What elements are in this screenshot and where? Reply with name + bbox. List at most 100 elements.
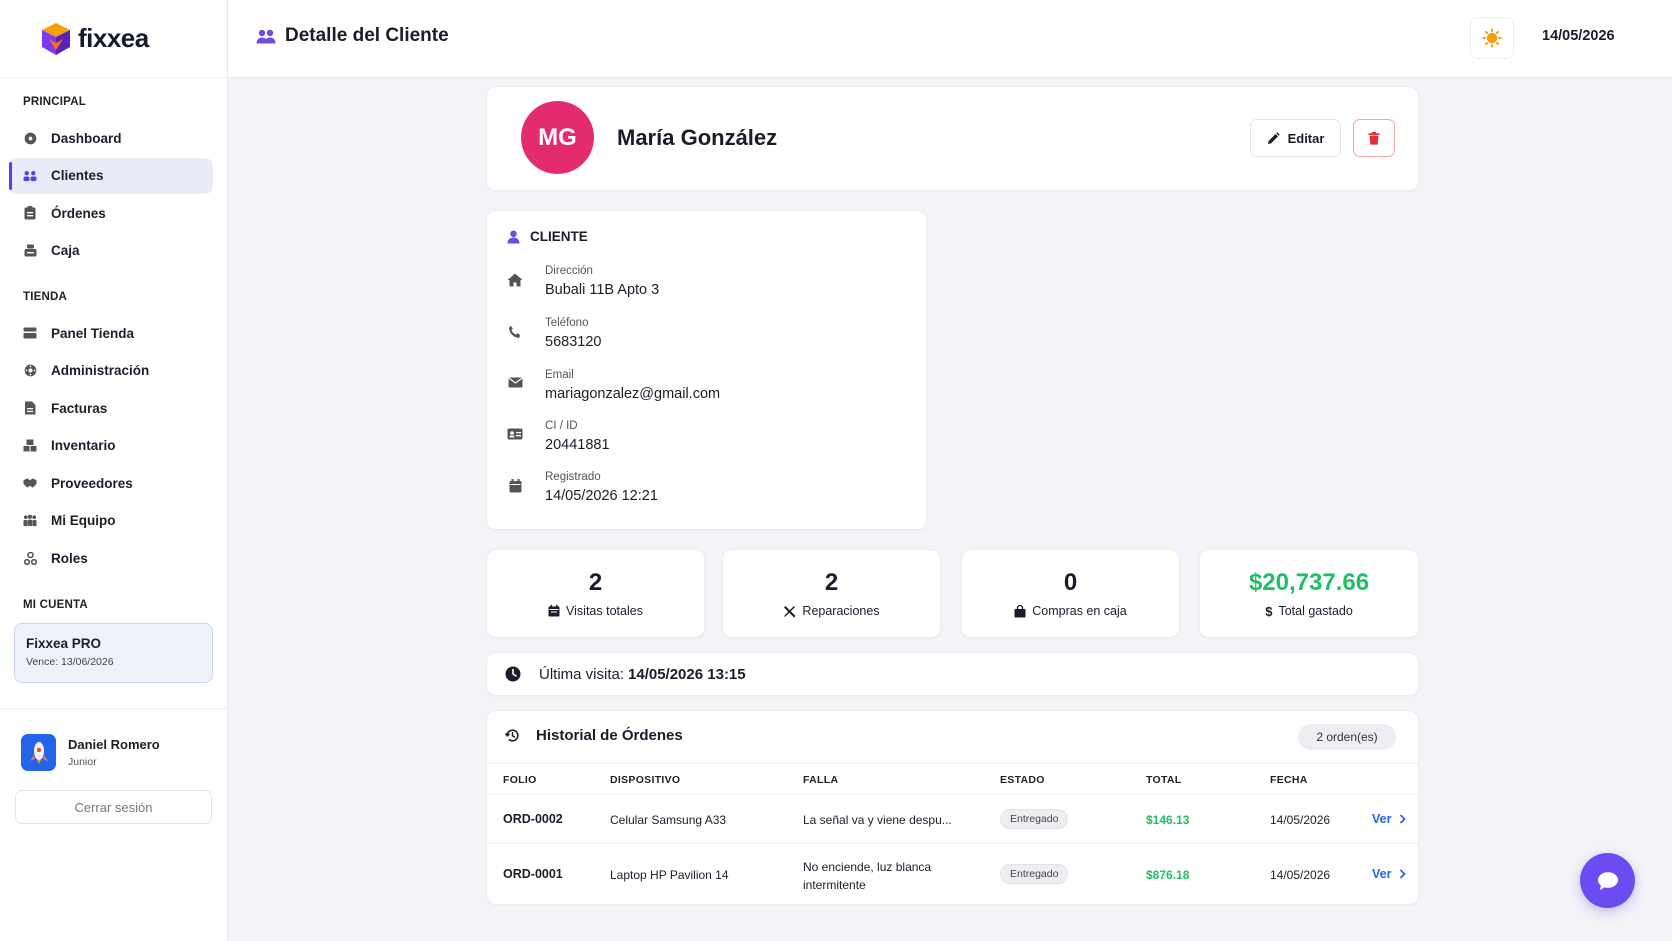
- users-icon: [256, 29, 276, 44]
- phone-field: Teléfono 5683120: [507, 317, 601, 350]
- view-order-link[interactable]: Ver: [1372, 867, 1407, 881]
- cube-logo-icon: [42, 22, 70, 55]
- phone-icon: [507, 325, 523, 350]
- logout-button[interactable]: Cerrar sesión: [15, 790, 212, 824]
- sidebar-item-inventario[interactable]: Inventario: [9, 428, 213, 464]
- order-count-badge: 2 orden(es): [1298, 724, 1396, 750]
- app-logo[interactable]: fixxea: [0, 0, 227, 78]
- sidebar-item-dashboard[interactable]: Dashboard: [9, 120, 213, 156]
- status-badge: Entregado: [1000, 864, 1069, 884]
- edit-button-label: Editar: [1287, 130, 1325, 146]
- field-label: Email: [545, 369, 574, 381]
- user-role: Junior: [68, 756, 97, 768]
- theme-toggle-button[interactable]: [1470, 17, 1514, 59]
- stat-label-row: Compras en caja: [1014, 604, 1127, 618]
- id-card-icon: [507, 428, 523, 453]
- home-icon: [507, 273, 523, 298]
- sidebar-item-label: Proveedores: [51, 475, 133, 491]
- page-title: Detalle del Cliente: [256, 25, 449, 47]
- address-field: Dirección Bubali 11B Apto 3: [507, 265, 659, 298]
- section-title-tienda: TIENDA: [23, 291, 68, 303]
- registered-field: Registrado 14/05/2026 12:21: [507, 471, 658, 504]
- stat-label: Total gastado: [1278, 604, 1353, 618]
- sidebar-item-roles[interactable]: Roles: [9, 540, 213, 576]
- plan-expiry: Vence: 13/06/2026: [26, 655, 114, 668]
- stat-card-total-spent: $20,737.66 $ Total gastado: [1199, 549, 1419, 638]
- view-order-link[interactable]: Ver: [1372, 812, 1407, 826]
- sidebar-item-proveedores[interactable]: Proveedores: [9, 465, 213, 501]
- settings-icon: [23, 364, 37, 378]
- client-section-title: CLIENTE: [530, 229, 588, 244]
- edit-button[interactable]: Editar: [1250, 119, 1341, 157]
- history-title: Historial de Órdenes: [505, 727, 683, 744]
- field-value: 14/05/2026 12:21: [545, 488, 658, 504]
- chevron-right-icon: [1400, 869, 1407, 879]
- email-field: Email mariagonzalez@gmail.com: [507, 369, 720, 402]
- sidebar-item-facturas[interactable]: Facturas: [9, 390, 213, 426]
- sidebar-item-ordenes[interactable]: Órdenes: [9, 195, 213, 231]
- sidebar-item-label: Administración: [51, 363, 150, 378]
- last-visit-card: Última visita: 14/05/2026 13:15: [486, 652, 1419, 696]
- order-device: Laptop HP Pavilion 14: [610, 868, 729, 882]
- plan-name: Fixxea PRO: [26, 635, 102, 651]
- id-field: CI / ID 20441881: [507, 420, 610, 453]
- view-order-label: Ver: [1372, 867, 1392, 881]
- sidebar-item-label: Dashboard: [51, 130, 122, 146]
- handshake-icon: [23, 476, 37, 490]
- sidebar-item-label: Facturas: [51, 400, 108, 416]
- last-visit-value: 14/05/2026 13:15: [628, 665, 746, 683]
- order-folio: ORD-0001: [503, 867, 563, 881]
- sidebar-item-label: Panel Tienda: [51, 325, 135, 341]
- field-value: 5683120: [545, 334, 602, 350]
- calendar-check-icon: [548, 605, 560, 617]
- invoice-icon: [23, 401, 37, 415]
- sidebar-item-clientes[interactable]: Clientes: [9, 157, 213, 194]
- order-total: $876.18: [1146, 868, 1190, 882]
- stat-label-row: $ Total gastado: [1265, 604, 1353, 619]
- cash-register-icon: [23, 244, 37, 258]
- store-icon: [23, 326, 37, 340]
- mail-icon: [507, 377, 523, 402]
- delete-button[interactable]: [1353, 119, 1395, 157]
- chat-button[interactable]: [1580, 853, 1635, 908]
- stat-label: Compras en caja: [1032, 604, 1127, 618]
- sidebar-item-mi-equipo[interactable]: Mi Equipo: [9, 503, 213, 539]
- sidebar-item-administracion[interactable]: Administración: [9, 353, 213, 389]
- table-row[interactable]: ORD-0001 Laptop HP Pavilion 14 No encien…: [487, 845, 1418, 905]
- plan-card[interactable]: Fixxea PRO Vence: 13/06/2026: [14, 622, 213, 683]
- order-total: $146.13: [1146, 813, 1190, 827]
- field-label: Registrado: [545, 471, 601, 483]
- client-section-header: CLIENTE: [507, 229, 588, 244]
- order-folio: ORD-0002: [503, 812, 563, 826]
- history-icon: [505, 728, 520, 743]
- table-row[interactable]: ORD-0002 Celular Samsung A33 La señal va…: [487, 795, 1418, 844]
- user-profile[interactable]: Daniel Romero Junior: [21, 734, 160, 771]
- users-icon: [23, 169, 37, 183]
- clipboard-icon: [23, 206, 37, 220]
- stat-label: Visitas totales: [566, 604, 643, 618]
- sidebar-item-label: Roles: [51, 550, 88, 566]
- client-avatar: MG: [521, 101, 594, 174]
- stat-card-purchases: 0 Compras en caja: [961, 549, 1180, 638]
- field-value: Bubali 11B Apto 3: [545, 282, 660, 298]
- stat-label: Reparaciones: [802, 604, 880, 618]
- sidebar-item-panel-tienda[interactable]: Panel Tienda: [9, 315, 213, 351]
- sidebar-item-caja[interactable]: Caja: [9, 233, 213, 269]
- order-date: 14/05/2026: [1270, 813, 1331, 827]
- column-header: ESTADO: [1000, 774, 1045, 786]
- dashboard-icon: [23, 131, 37, 145]
- order-device: Celular Samsung A33: [610, 813, 727, 827]
- order-date: 14/05/2026: [1270, 868, 1331, 882]
- status-badge: Entregado: [1000, 809, 1069, 829]
- tools-icon: [783, 605, 796, 618]
- stat-card-repairs: 2 Reparaciones: [722, 549, 941, 638]
- last-visit-label: Última visita:: [539, 665, 625, 683]
- client-info-card: CLIENTE Dirección Bubali 11B Apto 3 Teléf…: [486, 210, 927, 530]
- field-label: CI / ID: [545, 420, 578, 432]
- app-name: fixxea: [78, 23, 149, 53]
- user-icon: [507, 230, 520, 244]
- stat-label-row: Visitas totales: [548, 604, 643, 618]
- sidebar-item-label: Mi Equipo: [51, 513, 116, 528]
- section-title-mi-cuenta: MI CUENTA: [23, 598, 88, 611]
- column-header: FALLA: [803, 774, 839, 786]
